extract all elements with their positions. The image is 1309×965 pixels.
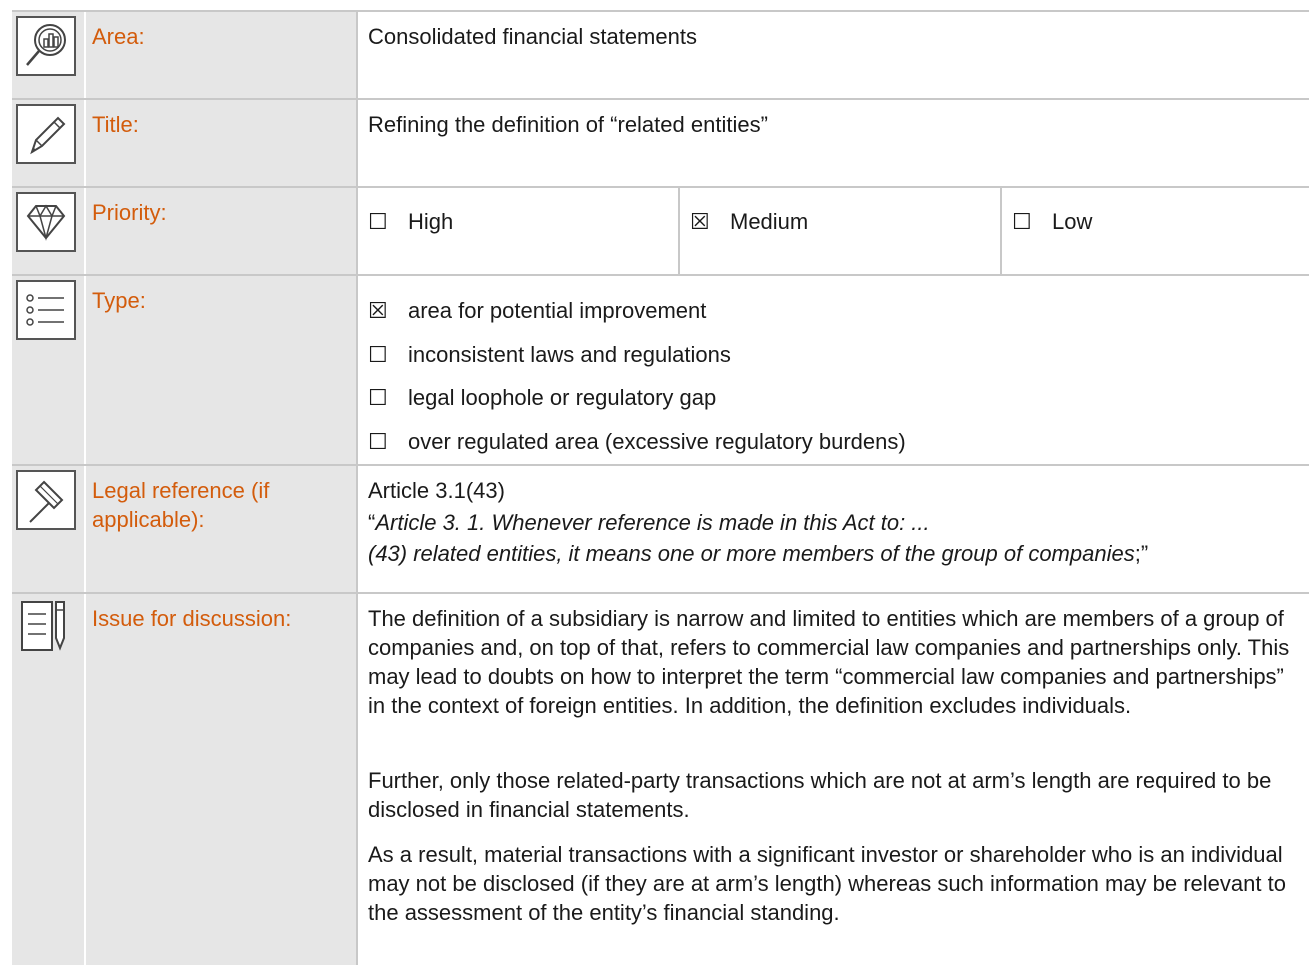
checkbox-unchecked-icon[interactable]: ☐: [368, 427, 394, 456]
title-label: Title:: [92, 112, 139, 137]
priority-option-label: Low: [1052, 209, 1093, 234]
magnifier-chart-icon: [16, 16, 76, 76]
row-issue-for-discussion: Issue for discussion: The definition of …: [12, 592, 1309, 965]
checkbox-unchecked-icon[interactable]: ☐: [368, 383, 394, 412]
issue-paragraph-2: Further, only those related-party transa…: [368, 768, 1272, 822]
issue-paragraph-1: The definition of a subsidiary is narrow…: [368, 606, 1290, 718]
type-option[interactable]: ☐ over regulated area (excessive regulato…: [368, 427, 906, 456]
type-option[interactable]: ☐ legal loophole or regulatory gap: [368, 383, 716, 412]
priority-option-label: High: [408, 209, 454, 234]
checkbox-checked-icon[interactable]: ☒: [690, 207, 716, 236]
checkbox-checked-icon[interactable]: ☒: [368, 296, 394, 325]
legal-reference-article: Article 3.1(43): [368, 478, 505, 503]
type-option[interactable]: ☐ inconsistent laws and regulations: [368, 340, 731, 369]
row-area: Area: Consolidated financial statements: [12, 10, 1309, 100]
row-legal-reference: Legal reference (if applicable): Article…: [12, 464, 1309, 594]
type-label: Type:: [92, 288, 146, 313]
issue-form-table: Area: Consolidated financial statements …: [0, 0, 1309, 965]
gavel-icon: [16, 470, 76, 530]
document-pen-icon: [16, 598, 76, 658]
priority-option-high[interactable]: ☐ High: [358, 188, 680, 276]
row-type: Type: ☒ area for potential improvement ☐ i…: [12, 274, 1309, 466]
area-label: Area:: [92, 24, 145, 49]
title-value: Refining the definition of “related enti…: [368, 112, 768, 137]
issue-paragraph-3: As a result, material transactions with …: [368, 842, 1286, 925]
issue-label: Issue for discussion:: [92, 606, 292, 631]
priority-option-low[interactable]: ☐ Low: [1002, 188, 1309, 276]
priority-option-label: Medium: [730, 209, 809, 234]
diamond-icon: [16, 192, 76, 252]
row-priority: Priority: ☐ High ☒ Medium ☐ Low: [12, 186, 1309, 276]
type-option[interactable]: ☒ area for potential improvement: [368, 296, 706, 325]
checkbox-unchecked-icon[interactable]: ☐: [368, 207, 394, 236]
legal-reference-label: Legal reference (if applicable):: [92, 478, 270, 532]
checkbox-unchecked-icon[interactable]: ☐: [368, 340, 394, 369]
priority-label: Priority:: [92, 200, 167, 225]
legal-quote-line2: (43) related entities, it means one or m…: [368, 541, 1149, 566]
row-title: Title: Refining the definition of “relat…: [12, 98, 1309, 188]
legal-quote-line1: “Article 3. 1. Whenever reference is mad…: [368, 510, 930, 535]
priority-option-medium[interactable]: ☒ Medium: [680, 188, 1002, 276]
list-icon: [16, 280, 76, 340]
area-value: Consolidated financial statements: [368, 24, 697, 49]
checkbox-unchecked-icon[interactable]: ☐: [1012, 207, 1038, 236]
pencil-icon: [16, 104, 76, 164]
